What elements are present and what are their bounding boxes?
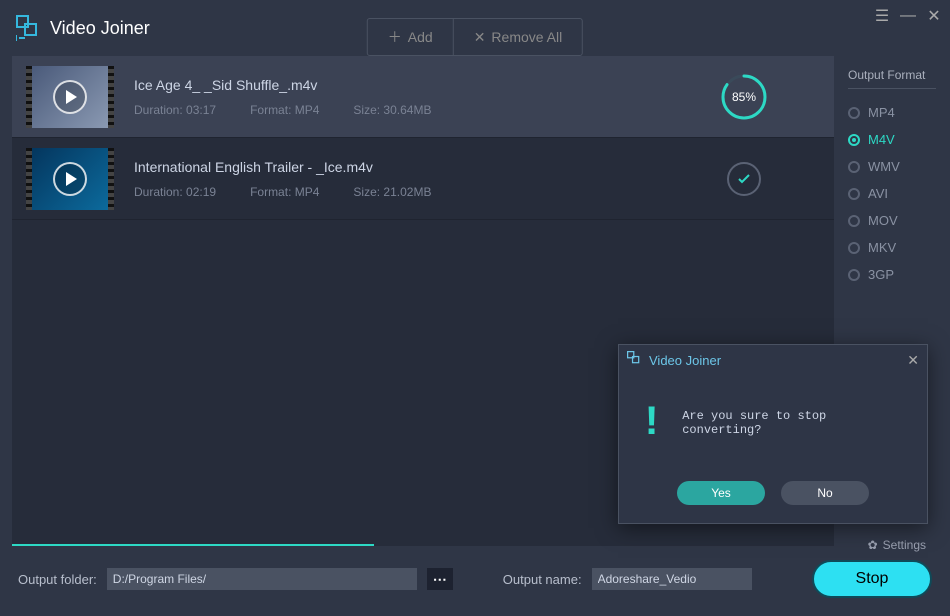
dialog-title: Video Joiner	[649, 353, 721, 368]
remove-all-label: Remove All	[491, 29, 562, 45]
output-name-label: Output name:	[503, 572, 582, 587]
video-title: International English Trailer - _Ice.m4v	[134, 159, 714, 175]
dialog-yes-button[interactable]: Yes	[677, 481, 765, 505]
radio-icon	[848, 242, 860, 254]
video-meta: International English Trailer - _Ice.m4v…	[134, 159, 714, 199]
done-indicator	[714, 162, 774, 196]
format-option-mov[interactable]: MOV	[848, 207, 936, 234]
close-button[interactable]: ✕	[924, 6, 944, 26]
format-label: 3GP	[868, 267, 894, 282]
add-button[interactable]: ＋ Add	[368, 19, 454, 55]
format-option-mkv[interactable]: MKV	[848, 234, 936, 261]
video-meta: Ice Age 4_ _Sid Shuffle_.m4v Duration: 0…	[134, 77, 714, 117]
play-icon	[53, 80, 87, 114]
format-option-m4v[interactable]: M4V	[848, 126, 936, 153]
radio-icon	[848, 107, 860, 119]
radio-icon	[848, 215, 860, 227]
remove-all-button[interactable]: ✕ Remove All	[454, 19, 583, 55]
play-icon	[53, 162, 87, 196]
list-item[interactable]: International English Trailer - _Ice.m4v…	[12, 138, 834, 220]
size-label: Size: 21.02MB	[353, 185, 431, 199]
exclamation-icon: !	[639, 399, 664, 447]
format-label: Format: MP4	[250, 185, 319, 199]
format-option-avi[interactable]: AVI	[848, 180, 936, 207]
format-label: WMV	[868, 159, 900, 174]
radio-icon	[848, 188, 860, 200]
dialog-no-button[interactable]: No	[781, 481, 869, 505]
format-option-wmv[interactable]: WMV	[848, 153, 936, 180]
duration-label: Duration: 02:19	[134, 185, 216, 199]
settings-link[interactable]: ✿ Settings	[868, 538, 926, 552]
output-name-input[interactable]	[592, 568, 752, 590]
app-logo: Video Joiner	[16, 15, 150, 41]
video-thumbnail[interactable]	[26, 148, 114, 210]
title-bar: Video Joiner ＋ Add ✕ Remove All ☰ — ✕	[0, 0, 950, 56]
window-controls: ☰ — ✕	[872, 6, 944, 26]
overall-progress-bar	[12, 544, 374, 546]
format-label: MOV	[868, 213, 898, 228]
progress-indicator: 85%	[714, 73, 774, 121]
plus-icon: ＋	[388, 27, 402, 47]
dialog-header: Video Joiner ✕	[619, 345, 927, 375]
output-folder-input[interactable]	[107, 568, 417, 590]
format-label: AVI	[868, 186, 888, 201]
add-label: Add	[408, 29, 433, 45]
video-thumbnail[interactable]	[26, 66, 114, 128]
output-folder-label: Output folder:	[18, 572, 97, 587]
radio-icon	[848, 269, 860, 281]
format-label: Format: MP4	[250, 103, 319, 117]
browse-button[interactable]: ⋯	[427, 568, 453, 590]
format-label: M4V	[868, 132, 895, 147]
size-label: Size: 30.64MB	[353, 103, 431, 117]
list-item[interactable]: Ice Age 4_ _Sid Shuffle_.m4v Duration: 0…	[12, 56, 834, 138]
progress-percent: 85%	[720, 73, 768, 121]
format-label: MKV	[868, 240, 896, 255]
x-icon: ✕	[474, 29, 486, 46]
footer: Output folder: ⋯ Output name: Stop	[0, 546, 950, 612]
radio-icon	[848, 134, 860, 146]
radio-icon	[848, 161, 860, 173]
sidebar-title: Output Format	[848, 68, 936, 89]
gear-icon: ✿	[868, 538, 878, 552]
format-option-3gp[interactable]: 3GP	[848, 261, 936, 288]
app-title: Video Joiner	[50, 18, 150, 39]
confirm-dialog: Video Joiner ✕ ! Are you sure to stop co…	[618, 344, 928, 524]
format-option-mp4[interactable]: MP4	[848, 99, 936, 126]
format-label: MP4	[868, 105, 895, 120]
video-title: Ice Age 4_ _Sid Shuffle_.m4v	[134, 77, 714, 93]
duration-label: Duration: 03:17	[134, 103, 216, 117]
dialog-message: Are you sure to stop converting?	[682, 409, 907, 437]
toolbar: ＋ Add ✕ Remove All	[367, 18, 583, 56]
menu-icon[interactable]: ☰	[872, 6, 892, 26]
dialog-logo-icon	[627, 351, 643, 370]
app-logo-icon	[16, 15, 42, 41]
dialog-close-button[interactable]: ✕	[907, 352, 919, 369]
stop-button[interactable]: Stop	[812, 560, 932, 598]
minimize-button[interactable]: —	[898, 6, 918, 26]
settings-label: Settings	[883, 538, 926, 552]
